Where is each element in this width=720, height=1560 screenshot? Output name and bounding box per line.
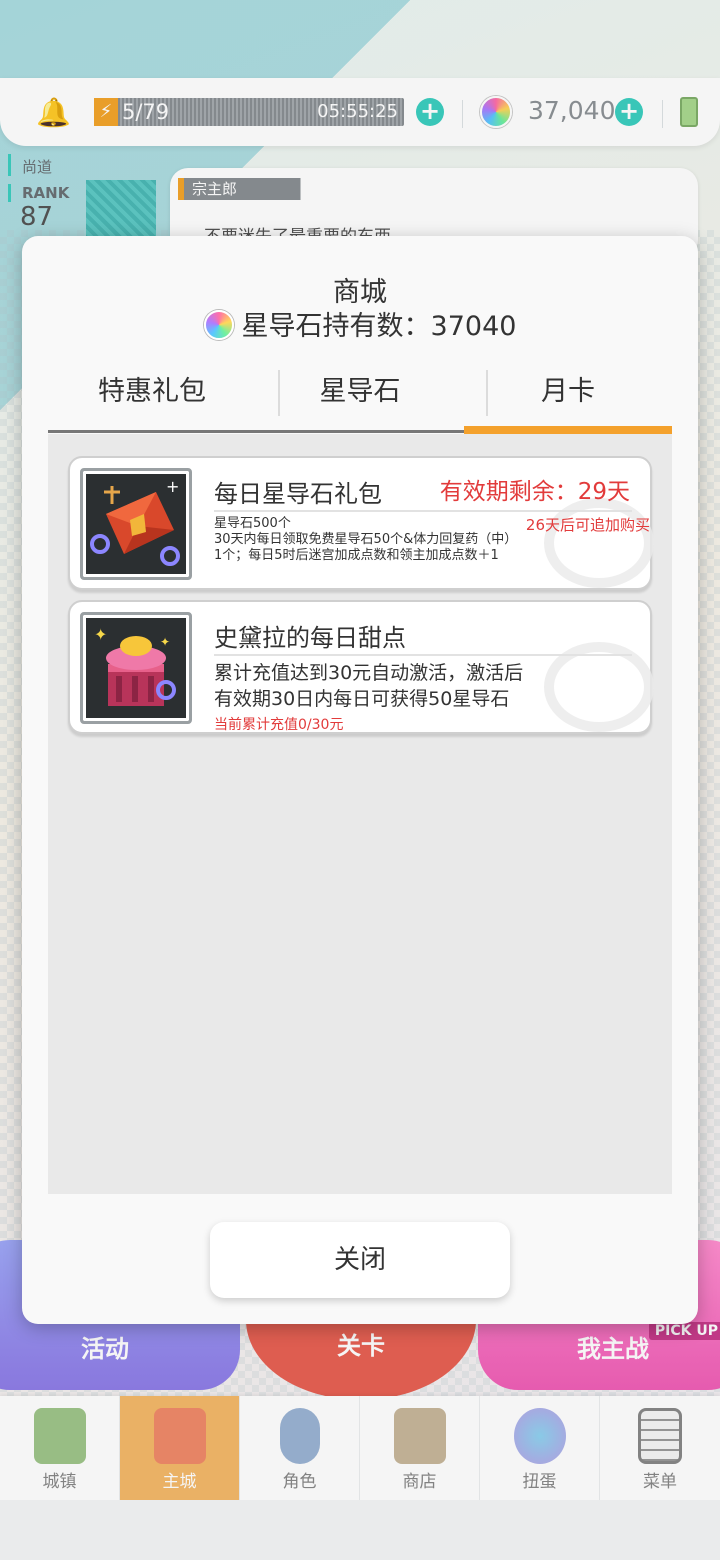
gem-holdings: 星导石持有数：37040 — [22, 304, 698, 343]
product-thumbnail: + — [80, 468, 192, 580]
star-stone-icon — [203, 310, 234, 340]
svg-text:+: + — [166, 477, 179, 496]
tab-monthly-card[interactable]: 月卡 — [464, 364, 672, 434]
product-card[interactable]: ✦ ✦ 史黛拉的每日甜点 累计充值达到30元自动激活，激活后 有效期30日内每日… — [68, 600, 654, 734]
product-desc-line: 累计充值达到30元自动激活，激活后 — [214, 662, 524, 684]
tab-special-packs[interactable]: 特惠礼包 — [48, 364, 256, 434]
product-card[interactable]: + 每日星导石礼包 有效期剩余：29天 26天后可追加购买 星导石500个 30… — [68, 456, 654, 590]
shop-tabs: 特惠礼包 星导石 月卡 — [48, 364, 672, 434]
svg-text:✦: ✦ — [94, 625, 107, 644]
tab-star-stones[interactable]: 星导石 — [256, 364, 464, 434]
product-name: 每日星导石礼包 — [214, 480, 382, 508]
product-thumbnail: ✦ ✦ — [80, 612, 192, 724]
shop-dialog: 商城 星导石持有数：37040 特惠礼包 星导石 月卡 + 每日星导石礼包 有效… — [22, 236, 698, 1324]
red-envelope-gift-icon: + — [86, 474, 186, 574]
recharge-progress: 当前累计充值0/30元 — [214, 717, 344, 733]
product-desc-line: 有效期30日内每日可获得50星导石 — [214, 688, 510, 710]
validity-remaining: 有效期剩余：29天 — [439, 479, 630, 505]
product-desc-line: 星导石500个 — [214, 516, 291, 531]
product-desc-line: 1个；每日5时后迷宫加成点数和领主加成点数＋1 — [214, 548, 499, 563]
cupcake-icon: ✦ ✦ — [86, 618, 186, 718]
repurchase-notice: 26天后可追加购买 — [525, 516, 650, 534]
svg-text:✦: ✦ — [160, 635, 170, 649]
product-name: 史黛拉的每日甜点 — [214, 624, 406, 652]
active-tab-indicator — [464, 426, 672, 434]
product-list: + 每日星导石礼包 有效期剩余：29天 26天后可追加购买 星导石500个 30… — [48, 434, 672, 1194]
close-button[interactable]: 关闭 — [210, 1222, 510, 1298]
product-desc-line: 30天内每日领取免费星导石50个&体力回复药（中） — [214, 532, 518, 547]
holdings-text: 星导石持有数：37040 — [241, 311, 517, 342]
